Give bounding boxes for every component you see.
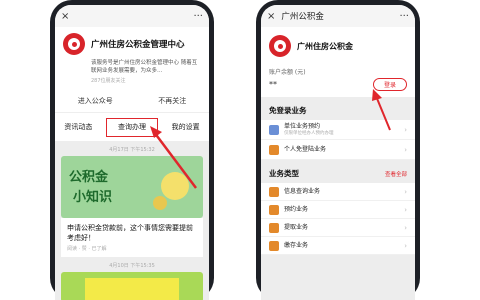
screenshot-stage: × ··· 广州住房公积金管理中心 该服务号是广州住房公积金管理中心 随着互联网… <box>0 0 480 300</box>
annotation-arrow-left <box>150 89 391 189</box>
